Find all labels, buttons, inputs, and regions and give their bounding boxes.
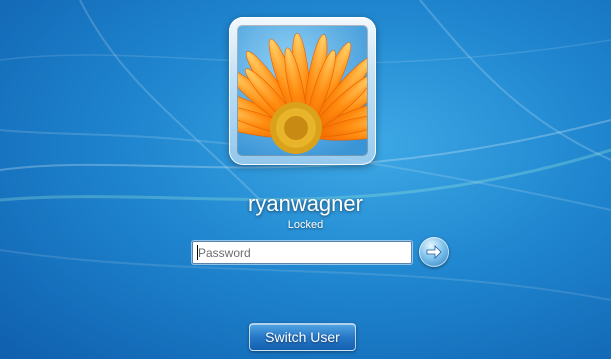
user-avatar [229, 17, 376, 165]
text-caret [197, 245, 198, 260]
flower-avatar-image [238, 26, 367, 155]
submit-arrow-button[interactable] [419, 237, 449, 267]
lock-status-label: Locked [287, 219, 324, 231]
username-label: ryanwagner [248, 191, 363, 216]
arrow-right-icon [426, 245, 442, 259]
password-input[interactable] [192, 241, 412, 264]
switch-user-button[interactable]: Switch User [249, 323, 356, 351]
